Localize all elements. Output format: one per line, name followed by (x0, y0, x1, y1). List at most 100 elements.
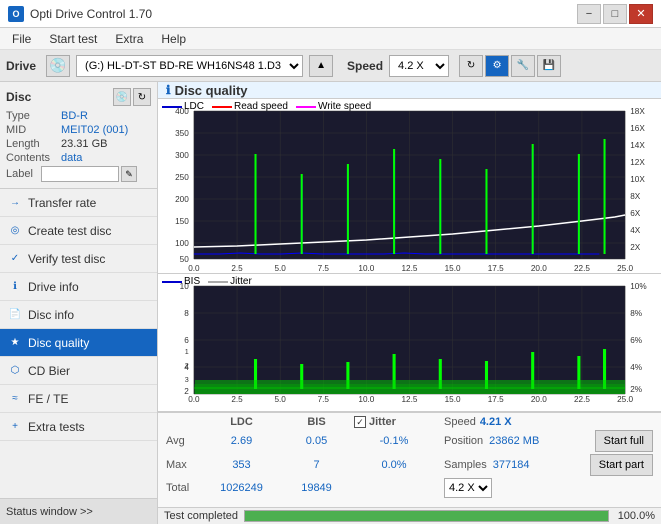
type-value: BD-R (61, 110, 88, 122)
disc-icon-btn[interactable]: 💿 (113, 88, 131, 106)
svg-text:3: 3 (185, 376, 189, 384)
stats-total-row: Total 1026249 19849 4.2 X (158, 477, 661, 499)
max-label: Max (166, 459, 204, 471)
status-window-label: Status window >> (6, 506, 93, 518)
progress-container: Test completed 100.0% (158, 507, 661, 524)
minimize-button[interactable]: − (577, 4, 601, 24)
contents-label: Contents (6, 152, 61, 164)
maximize-button[interactable]: □ (603, 4, 627, 24)
jitter-col-header-container: ✓ Jitter (354, 416, 434, 428)
label-key: Label (6, 168, 41, 180)
svg-text:200: 200 (175, 195, 189, 204)
svg-text:25.0: 25.0 (617, 264, 633, 273)
drive-action-buttons: ↻ ⚙ 🔧 💾 (459, 55, 561, 77)
jitter-checkbox[interactable]: ✓ (354, 416, 366, 428)
svg-text:20.0: 20.0 (531, 264, 547, 273)
svg-text:1: 1 (185, 348, 189, 356)
sidebar-item-cd-bier[interactable]: ⬡ CD Bier (0, 357, 157, 385)
svg-text:12X: 12X (630, 158, 645, 167)
sidebar-item-verify-test-disc[interactable]: ✓ Verify test disc (0, 245, 157, 273)
label-input[interactable] (41, 166, 119, 182)
write-speed-label: Write speed (318, 101, 371, 112)
save-button[interactable]: 💾 (537, 55, 561, 77)
drive-select[interactable]: (G:) HL-DT-ST BD-RE WH16NS48 1.D3 (76, 55, 303, 77)
ldc-legend: LDC (162, 101, 204, 112)
write-speed-line (296, 106, 316, 108)
position-label: Position (444, 435, 483, 447)
close-button[interactable]: ✕ (629, 4, 653, 24)
bis-line (162, 281, 182, 283)
svg-text:10.0: 10.0 (358, 264, 374, 273)
speed-select[interactable]: 4.2 X (389, 55, 449, 77)
svg-text:20.0: 20.0 (531, 395, 547, 404)
settings-button[interactable]: ⚙ (485, 55, 509, 77)
disc-mid-row: MID MEIT02 (001) (6, 124, 151, 136)
speed-select-dropdown[interactable]: 4.2 X (444, 478, 492, 498)
disc-contents-row: Contents data (6, 152, 151, 164)
ldc-line (162, 106, 182, 108)
samples-info: Samples 377184 (444, 459, 590, 471)
start-part-button[interactable]: Start part (590, 454, 653, 476)
svg-text:15.0: 15.0 (445, 395, 461, 404)
sidebar-item-disc-info[interactable]: 📄 Disc info (0, 301, 157, 329)
progress-bar-inner (245, 511, 608, 521)
disc-length-row: Length 23.31 GB (6, 138, 151, 150)
length-value: 23.31 GB (61, 138, 107, 150)
write-speed-legend: Write speed (296, 101, 371, 112)
avg-label: Avg (166, 435, 204, 447)
samples-value: 377184 (493, 459, 530, 471)
chart1-svg: 400 350 300 250 200 150 100 50 18X 16X 1… (158, 99, 661, 274)
sidebar-item-transfer-rate[interactable]: → Transfer rate (0, 189, 157, 217)
svg-text:2X: 2X (630, 243, 641, 252)
type-label: Type (6, 110, 61, 122)
stats-avg-row: Avg 2.69 0.05 -0.1% Position 23862 MB St… (158, 429, 661, 453)
svg-text:2: 2 (185, 362, 189, 370)
svg-text:4X: 4X (630, 226, 641, 235)
svg-text:6%: 6% (630, 336, 642, 345)
app-title: Opti Drive Control 1.70 (30, 7, 152, 21)
fe-te-icon: ≈ (8, 392, 22, 406)
menu-start-test[interactable]: Start test (41, 30, 105, 48)
sidebar-item-extra-tests[interactable]: + Extra tests (0, 413, 157, 441)
drive-bar: Drive 💿 (G:) HL-DT-ST BD-RE WH16NS48 1.D… (0, 50, 661, 82)
position-value: 23862 MB (489, 435, 539, 447)
nav-items: → Transfer rate ◎ Create test disc ✓ Ver… (0, 189, 157, 498)
chart2-svg: 10 8 6 4 2 3 2 1 10% 8% 6% 4% 2% 0.0 (158, 274, 661, 404)
status-window-button[interactable]: Status window >> (0, 498, 157, 524)
svg-text:5.0: 5.0 (274, 395, 286, 404)
ldc-col-header: LDC (204, 416, 279, 428)
menu-file[interactable]: File (4, 30, 39, 48)
stats-header-row: LDC BIS ✓ Jitter Speed 4.21 X (158, 413, 661, 429)
disc-quality-icon: ★ (8, 336, 22, 350)
sidebar-item-create-test-disc[interactable]: ◎ Create test disc (0, 217, 157, 245)
contents-value: data (61, 152, 82, 164)
extra-tests-label: Extra tests (28, 420, 85, 434)
svg-text:22.5: 22.5 (574, 395, 590, 404)
speed-select-area: 4.2 X (444, 478, 653, 498)
svg-text:8: 8 (184, 309, 189, 318)
disc-refresh-btn[interactable]: ↻ (133, 88, 151, 106)
config-button[interactable]: 🔧 (511, 55, 535, 77)
bis-label: BIS (184, 276, 200, 287)
svg-text:350: 350 (175, 129, 189, 138)
content-area: ℹ Disc quality LDC Read speed (158, 82, 661, 524)
speed-info: Speed 4.21 X (444, 416, 653, 428)
start-full-button[interactable]: Start full (595, 430, 653, 452)
progress-bar-outer (244, 510, 609, 522)
eject-button[interactable]: ▲ (309, 55, 333, 77)
position-info: Position 23862 MB (444, 435, 595, 447)
sidebar-item-drive-info[interactable]: ℹ Drive info (0, 273, 157, 301)
sidebar-item-disc-quality[interactable]: ★ Disc quality (0, 329, 157, 357)
svg-text:7.5: 7.5 (318, 264, 330, 273)
total-ldc: 1026249 (204, 482, 279, 494)
avg-bis: 0.05 (279, 435, 354, 447)
menu-help[interactable]: Help (153, 30, 194, 48)
label-edit-btn[interactable]: ✎ (121, 166, 137, 182)
refresh-button[interactable]: ↻ (459, 55, 483, 77)
svg-text:12.5: 12.5 (402, 395, 418, 404)
disc-info-icon: 📄 (8, 308, 22, 322)
menu-extra[interactable]: Extra (107, 30, 151, 48)
read-speed-legend: Read speed (212, 101, 288, 112)
disc-label-row: Label ✎ (6, 166, 151, 182)
sidebar-item-fe-te[interactable]: ≈ FE / TE (0, 385, 157, 413)
